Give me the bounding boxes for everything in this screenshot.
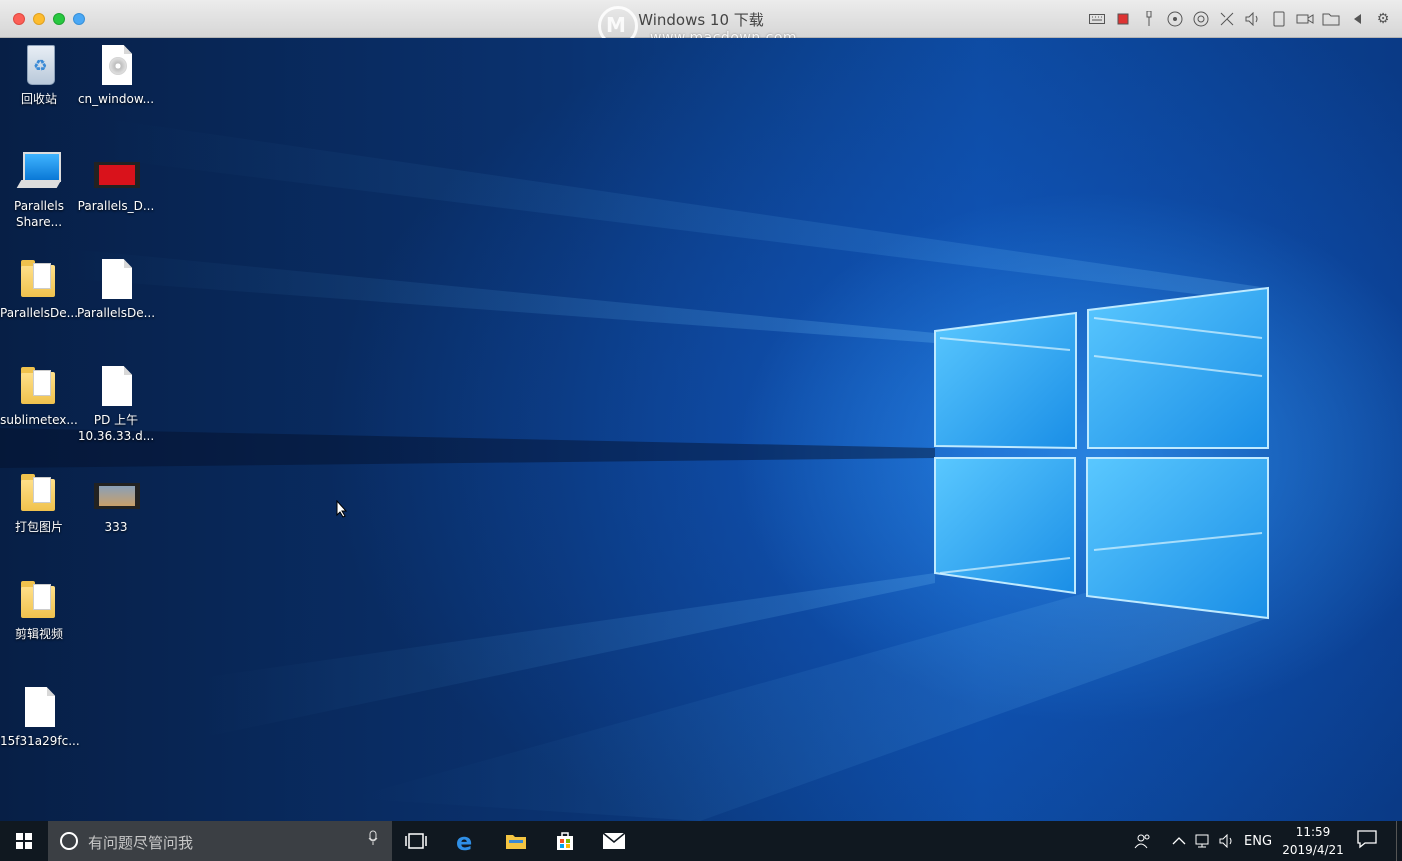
desktop-icon[interactable]: ParallelsDe... [0,257,78,321]
desktop-icon-label: sublimetex... [0,413,78,427]
volume-icon[interactable] [1219,821,1235,861]
gear-icon[interactable]: ⚙ [1372,9,1394,29]
folder-icon [17,364,61,408]
desktop-icon[interactable]: 回收站 [0,43,78,107]
logo-pane-bottom-left [934,457,1076,595]
monitor-icon [16,150,62,194]
windows-logo-icon [16,833,32,849]
desktop-icon[interactable]: sublimetex... [0,364,78,428]
mouse-cursor-icon [336,500,348,518]
svg-text:e: e [456,830,472,852]
logo-pane-bottom-right [1086,457,1269,620]
desktop-icon-label: Parallels Share... [14,199,64,229]
taskbar: 有问题尽管问我 e ENG 11:59 2019/4/21 [0,821,1402,861]
shared-folder-icon[interactable] [1320,9,1342,29]
action-center-icon[interactable] [1356,829,1382,853]
desktop-icon-label: ParallelsDe... [0,306,79,320]
task-view-icon[interactable] [393,821,439,861]
watermark-m-icon: M [606,13,626,37]
desktop-icon-label: 333 [104,520,128,534]
vm-toolbar: ⚙ [1086,9,1394,29]
desktop-icon[interactable]: 剪辑视频 [0,578,78,642]
desktop-icon-label: cn_window... [77,92,155,106]
file-icon [94,257,138,301]
folder-icon [17,578,61,622]
network-icon[interactable] [1216,9,1238,29]
desktop-icon-label: 回收站 [20,92,57,106]
desktop-icon-label: ParallelsDe... [77,306,156,320]
windows-desktop[interactable]: 回收站 cn_window... Parallels Share... Paralle… [0,38,1402,821]
desktop-icon-label: 剪辑视频 [14,627,63,641]
network-status-icon[interactable] [1195,821,1213,861]
start-button[interactable] [0,821,48,861]
people-icon[interactable] [1134,821,1152,861]
device-icon[interactable] [1268,9,1290,29]
video-icon [94,471,140,515]
cpu-icon[interactable] [1112,9,1134,29]
cortana-search-box[interactable]: 有问题尽管问我 [48,821,392,861]
desktop-icon[interactable]: 打包图片 [0,471,78,535]
folder-icon [17,257,61,301]
desktop-icon-label: Parallels_D... [77,199,155,213]
file-icon [94,364,138,408]
system-clock[interactable]: 11:59 2019/4/21 [1280,823,1346,859]
camera-icon[interactable] [1190,9,1212,29]
logo-pane-top-left [934,311,1077,450]
cd-icon[interactable] [1164,9,1186,29]
video-icon [94,150,140,194]
cortana-icon [60,832,78,850]
edge-icon[interactable]: e [443,821,489,861]
wallpaper [0,118,1269,821]
desktop-icon-label: 打包图片 [14,520,63,534]
clock-date: 2019/4/21 [1282,843,1344,857]
input-language-indicator[interactable]: ENG [1244,821,1272,861]
window-titlebar: Windows 10 下载 M www.macdown.com [0,0,1402,46]
file-explorer-icon[interactable] [493,821,539,861]
back-arrow-icon[interactable] [1346,9,1368,29]
usb-icon[interactable] [1138,9,1160,29]
video-icon[interactable] [1294,9,1316,29]
desktop-icon[interactable]: ParallelsDe... [77,257,155,321]
disc-file-icon [94,43,138,87]
desktop-icon[interactable]: 333 [77,471,155,535]
desktop-icon-label: PD 上午 10.36.33.d... [77,413,155,443]
desktop-icon[interactable]: Parallels_D... [77,150,155,214]
file-icon [17,685,61,729]
mail-icon[interactable] [591,821,637,861]
search-placeholder: 有问题尽管问我 [88,834,194,852]
desktop-icon[interactable]: PD 上午 10.36.33.d... [77,364,155,444]
desktop-icon[interactable]: cn_window... [77,43,155,107]
recycle-bin-icon [17,43,61,87]
show-hidden-icons-chevron-up-icon[interactable] [1172,821,1186,861]
sound-icon[interactable] [1242,9,1264,29]
desktop-icon[interactable]: Parallels Share... [0,150,78,230]
clock-time: 11:59 [1295,825,1331,839]
desktop-icon-label: 15f31a29fc... [0,734,80,748]
microphone-icon[interactable] [368,830,378,850]
store-icon[interactable] [542,821,588,861]
desktop-icon[interactable]: 15f31a29fc... [0,685,80,749]
folder-icon [17,471,61,515]
keyboard-icon[interactable] [1086,9,1108,29]
logo-pane-top-right [1087,286,1269,449]
show-desktop-button[interactable] [1396,821,1402,861]
